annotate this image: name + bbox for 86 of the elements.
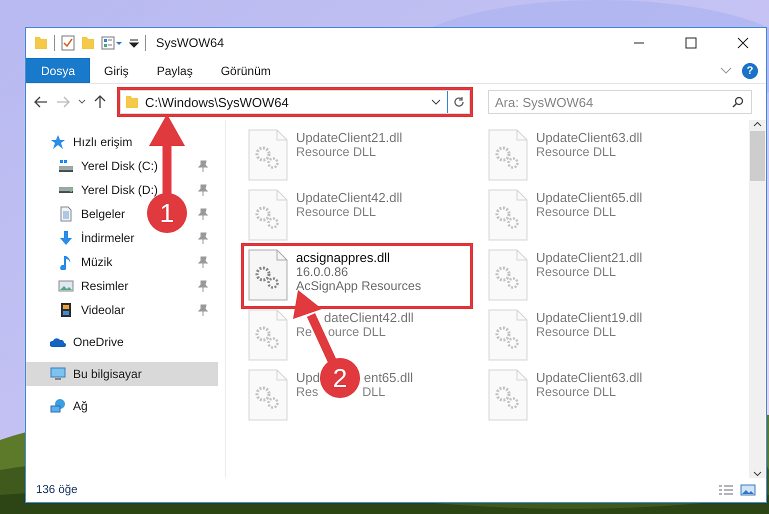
sidebar-item[interactable]: Resimler bbox=[26, 274, 218, 298]
sidebar-item[interactable]: Müzik bbox=[26, 250, 218, 274]
details-view-icon[interactable] bbox=[718, 484, 734, 496]
sidebar-item[interactable]: Ağ bbox=[26, 394, 218, 418]
file-name: UpdateClient21.dll bbox=[536, 250, 642, 265]
file-detail: Res bbox=[296, 385, 318, 399]
gear-file-icon bbox=[246, 248, 290, 302]
file-detail: Resource DLL bbox=[536, 325, 616, 339]
back-arrow-icon bbox=[34, 96, 48, 108]
gear-file-icon bbox=[246, 368, 290, 422]
forward-arrow-icon bbox=[56, 96, 70, 108]
gear-file-icon bbox=[486, 128, 530, 182]
file-name: acsignappres.dll bbox=[296, 250, 390, 265]
dropdown-icon[interactable] bbox=[129, 38, 139, 48]
videos-icon bbox=[58, 302, 74, 318]
ribbon-tab[interactable]: Paylaş bbox=[142, 58, 207, 83]
file-name: dateClient42.dll bbox=[324, 310, 414, 325]
up-button[interactable] bbox=[94, 95, 106, 109]
file-detail: Resource DLL bbox=[536, 385, 616, 399]
file-name: UpdateClient65.dll bbox=[536, 190, 642, 205]
drive-icon bbox=[58, 186, 74, 194]
file-name: Upd bbox=[296, 370, 320, 385]
file-name: UpdateClient63.dll bbox=[536, 370, 642, 385]
sidebar-item[interactable]: Bu bilgisayar bbox=[26, 362, 218, 386]
refresh-icon bbox=[452, 96, 464, 108]
checklist-icon[interactable] bbox=[61, 35, 75, 51]
window-title: SysWOW64 bbox=[156, 36, 226, 50]
back-button[interactable] bbox=[34, 96, 48, 108]
file-detail: Re bbox=[296, 325, 312, 339]
tiles-view-icon[interactable] bbox=[740, 484, 756, 496]
system-drive-icon bbox=[58, 158, 74, 174]
properties-icon[interactable] bbox=[101, 36, 123, 50]
callout-badge: 2 bbox=[320, 358, 360, 398]
file-detail: Resource DLL bbox=[536, 145, 616, 159]
address-field[interactable]: C:\Windows\SysWOW64 bbox=[120, 90, 470, 114]
address-path: C:\Windows\SysWOW64 bbox=[145, 94, 290, 110]
file-detail: Resource DLL bbox=[536, 205, 616, 219]
ribbon-tab[interactable]: Giriş bbox=[90, 58, 143, 83]
ribbon-tab[interactable]: Dosya bbox=[26, 58, 90, 83]
scroll-down-icon[interactable] bbox=[753, 469, 762, 478]
network-icon bbox=[50, 398, 66, 414]
search-field[interactable]: Ara: SysWOW64 bbox=[488, 90, 752, 114]
file-detail: AcSignApp Resources bbox=[296, 279, 422, 293]
file-name: UpdateClient42.dll bbox=[296, 190, 402, 205]
file-detail: Resource DLL bbox=[296, 145, 376, 159]
sidebar-item[interactable]: Yerel Disk (C:) bbox=[26, 154, 218, 178]
item-count: 136 öğe bbox=[36, 484, 79, 496]
ribbon-tab[interactable]: Görünüm bbox=[206, 58, 285, 83]
file-detail: DLL bbox=[362, 385, 386, 399]
scrollbar[interactable] bbox=[749, 120, 766, 478]
sidebar-item[interactable]: OneDrive bbox=[26, 330, 218, 354]
chevron-icon bbox=[78, 99, 86, 105]
file-name: UpdateClient63.dll bbox=[536, 130, 642, 145]
gear-file-icon bbox=[246, 308, 290, 362]
chevron-icon[interactable] bbox=[431, 99, 441, 105]
search-icon bbox=[732, 96, 744, 108]
gear-file-icon bbox=[246, 128, 290, 182]
download-icon bbox=[58, 230, 74, 246]
gear-file-icon bbox=[486, 248, 530, 302]
scroll-up-icon[interactable] bbox=[753, 120, 762, 129]
pictures-icon bbox=[58, 278, 74, 294]
folder-icon bbox=[125, 95, 139, 109]
file-detail: 16.0.0.86 bbox=[296, 265, 348, 279]
file-name: ent65.dll bbox=[364, 370, 414, 385]
minimize-icon bbox=[633, 42, 645, 44]
sidebar-item[interactable]: Hızlı erişim bbox=[26, 130, 218, 154]
gear-file-icon bbox=[486, 368, 530, 422]
help-button[interactable]: ? bbox=[742, 62, 758, 78]
maximize-icon bbox=[685, 37, 697, 49]
documents-icon bbox=[58, 206, 74, 222]
file-name: UpdateClient21.dll bbox=[296, 130, 402, 145]
gear-file-icon bbox=[246, 188, 290, 242]
star-icon bbox=[50, 134, 66, 150]
scroll-thumb[interactable] bbox=[750, 131, 765, 181]
file-detail: Resource DLL bbox=[536, 265, 616, 279]
gear-file-icon bbox=[486, 308, 530, 362]
recent-dropdown[interactable] bbox=[78, 99, 86, 105]
file-name: UpdateClient19.dll bbox=[536, 310, 642, 325]
up-arrow-icon bbox=[94, 95, 106, 109]
sidebar-item[interactable]: Videolar bbox=[26, 298, 218, 322]
file-tile[interactable]: acsignappres.dll 16.0.0.86 AcSignApp Resources bbox=[244, 246, 470, 306]
close-icon bbox=[737, 37, 749, 49]
computer-icon bbox=[50, 366, 66, 382]
gear-file-icon bbox=[486, 188, 530, 242]
file-detail: Resource DLL bbox=[296, 205, 376, 219]
file-detail: ource DLL bbox=[328, 325, 386, 339]
